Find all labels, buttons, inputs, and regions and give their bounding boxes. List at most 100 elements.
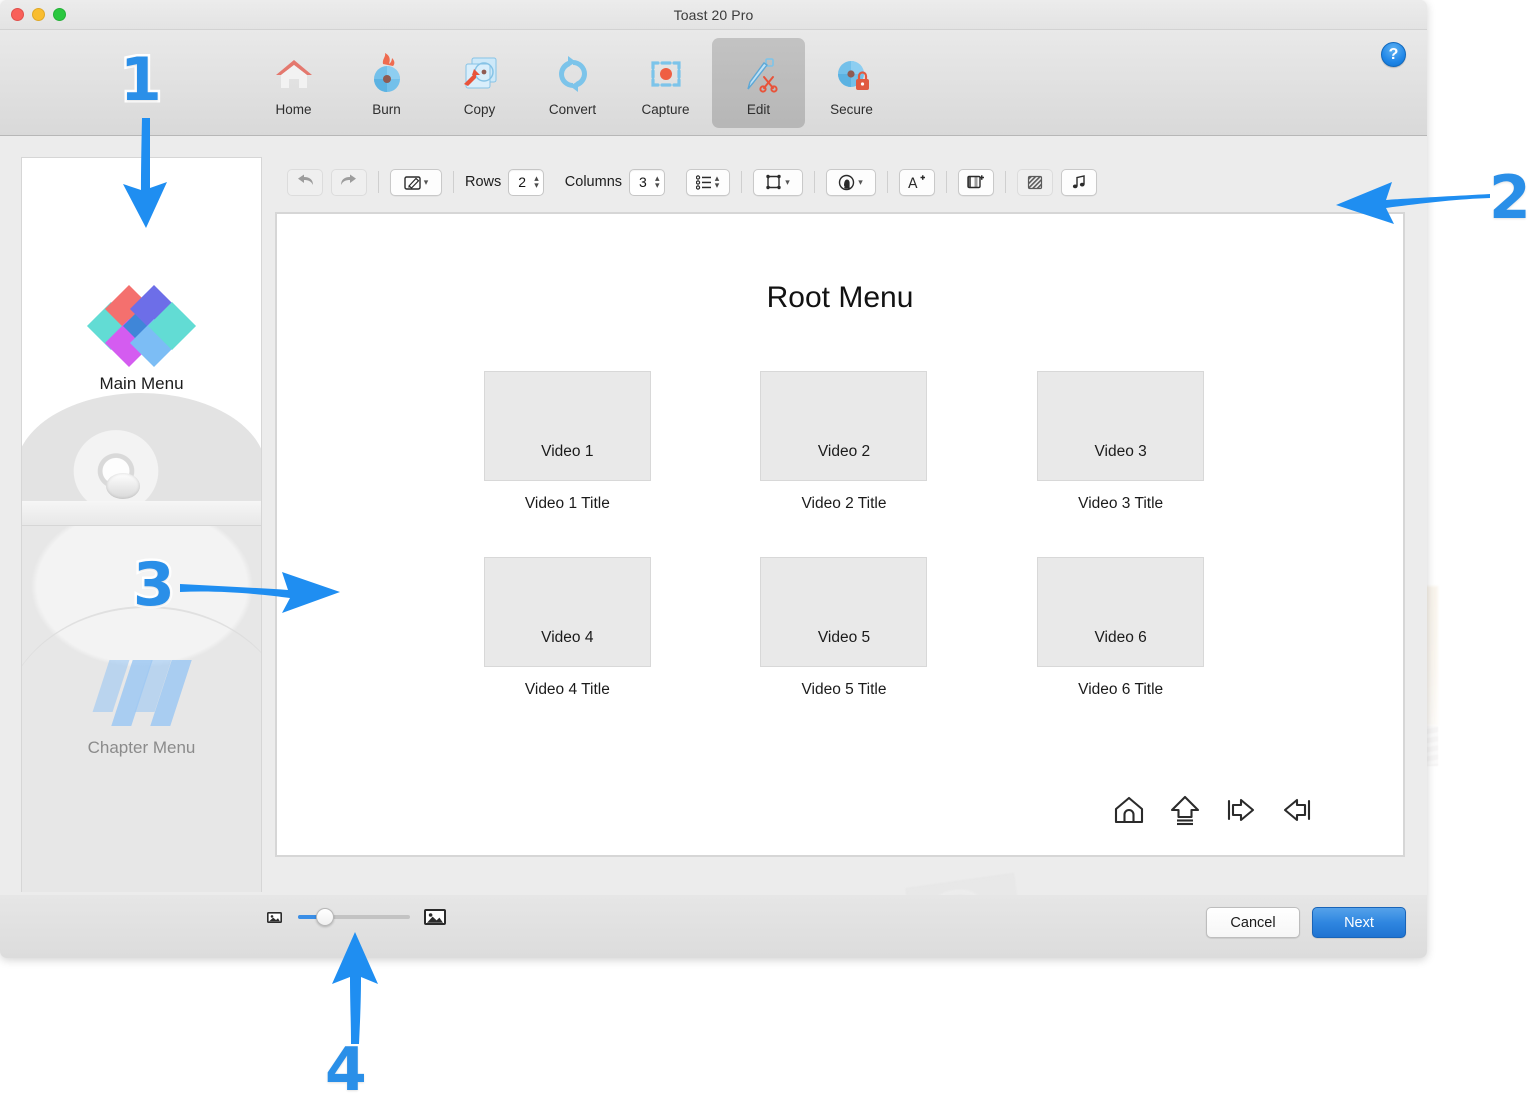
video-thumbnail[interactable]: Video 6: [1037, 557, 1204, 667]
toolbar-item-edit[interactable]: Edit: [712, 38, 805, 128]
capture-icon: [644, 49, 688, 99]
annotation-number-3: 3: [133, 555, 175, 615]
sidebar-item-label-main-menu: Main Menu: [99, 374, 183, 394]
menu-editor-panel: ▾ Rows 2 ▴▾ Columns 3 ▴▾: [270, 157, 1407, 892]
stepper-arrows-icon[interactable]: ▴▾: [534, 175, 539, 189]
video-title[interactable]: Video 1 Title: [525, 495, 610, 513]
background-style-button[interactable]: [1017, 169, 1053, 196]
menu-canvas[interactable]: Root Menu Video 1 Video 1 Title Video: [277, 214, 1403, 855]
rows-label: Rows: [465, 174, 501, 190]
edit-menu-button[interactable]: ▾: [390, 169, 442, 196]
small-image-icon[interactable]: [266, 909, 285, 925]
dialog-buttons: Cancel Next: [1206, 907, 1406, 938]
app-window: Toast 20 Pro Home: [0, 0, 1427, 958]
video-thumbnail[interactable]: Video 1: [484, 371, 651, 481]
video-thumbnail-label: Video 2: [818, 443, 870, 461]
video-title[interactable]: Video 5 Title: [801, 681, 886, 699]
chevron-down-icon: ▾: [424, 178, 429, 187]
undo-button[interactable]: [287, 169, 323, 196]
music-note-icon: [1071, 174, 1087, 190]
help-button[interactable]: ?: [1381, 42, 1406, 67]
video-title[interactable]: Video 6 Title: [1078, 681, 1163, 699]
title-bar: Toast 20 Pro: [0, 0, 1427, 30]
rows-stepper[interactable]: 2 ▴▾: [508, 169, 544, 196]
button-style-button[interactable]: ▾: [826, 169, 876, 196]
toolbar-label-home: Home: [275, 102, 311, 117]
toolbar-divider: [814, 171, 815, 193]
video-cell[interactable]: Video 6 Video 6 Title: [982, 557, 1259, 699]
toolbar-divider: [946, 171, 947, 193]
redo-arrow-icon: [339, 174, 359, 190]
zoom-slider[interactable]: [298, 915, 410, 919]
toolbar-item-secure[interactable]: Secure: [805, 38, 898, 128]
window-content: Main Menu Chapter Menu: [0, 137, 1427, 895]
frame-shape-button[interactable]: ▾: [753, 169, 803, 196]
annotation-number-2: 2: [1489, 168, 1531, 228]
annotation-arrow-4: [312, 932, 402, 1052]
add-text-icon: A: [908, 174, 926, 190]
add-text-button[interactable]: A: [899, 169, 935, 196]
disc-hub-decoration: [106, 473, 140, 499]
video-thumbnail[interactable]: Video 2: [760, 371, 927, 481]
convert-icon: [551, 49, 595, 99]
menu-canvas-frame: Root Menu Video 1 Video 1 Title Video: [275, 212, 1405, 857]
toolbar-label-burn: Burn: [372, 102, 401, 117]
next-button[interactable]: Next: [1312, 907, 1406, 938]
screen: Toast 20 Pro Home: [0, 0, 1534, 1111]
editor-toolbar: ▾ Rows 2 ▴▾ Columns 3 ▴▾: [270, 157, 1407, 207]
menu-title[interactable]: Root Menu: [277, 281, 1403, 315]
toolbar-item-copy[interactable]: Copy: [433, 38, 526, 128]
toolbar-item-home[interactable]: Home: [247, 38, 340, 128]
video-cell[interactable]: Video 2 Video 2 Title: [706, 371, 983, 513]
video-cell[interactable]: Video 5 Video 5 Title: [706, 557, 983, 699]
video-title[interactable]: Video 4 Title: [525, 681, 610, 699]
annotation-number-1: 1: [120, 50, 162, 110]
home-icon: [272, 49, 316, 99]
audio-button[interactable]: [1061, 169, 1097, 196]
toolbar-item-burn[interactable]: Burn: [340, 38, 433, 128]
redo-button[interactable]: [331, 169, 367, 196]
burn-disc-icon: [365, 49, 409, 99]
video-thumbnail[interactable]: Video 4: [484, 557, 651, 667]
toolbar-label-secure: Secure: [830, 102, 873, 117]
list-style-button[interactable]: ▴▾: [686, 169, 730, 196]
video-cell[interactable]: Video 3 Video 3 Title: [982, 371, 1259, 513]
video-thumbnail[interactable]: Video 5: [760, 557, 927, 667]
up-nav-icon[interactable]: [1168, 793, 1202, 827]
video-thumbnail-label: Video 1: [541, 443, 593, 461]
zoom-slider-knob[interactable]: [316, 908, 334, 926]
previous-nav-icon[interactable]: [1280, 793, 1314, 827]
toolbar-item-capture[interactable]: Capture: [619, 38, 712, 128]
video-thumbnail-label: Video 5: [818, 629, 870, 647]
bottom-bar: Cancel Next: [0, 895, 1427, 958]
video-title[interactable]: Video 3 Title: [1078, 495, 1163, 513]
list-style-icon: [696, 175, 712, 190]
video-title[interactable]: Video 2 Title: [801, 495, 886, 513]
window-title: Toast 20 Pro: [0, 7, 1427, 23]
toolbar-divider: [1005, 171, 1006, 193]
add-media-button[interactable]: [958, 169, 994, 196]
large-image-icon[interactable]: [423, 906, 448, 927]
toolbar-label-capture: Capture: [641, 102, 689, 117]
columns-label: Columns: [565, 174, 622, 190]
columns-stepper[interactable]: 3 ▴▾: [629, 169, 665, 196]
toolbar-divider: [741, 171, 742, 193]
video-cell[interactable]: Video 1 Video 1 Title: [429, 371, 706, 513]
cancel-button[interactable]: Cancel: [1206, 907, 1300, 938]
home-nav-icon[interactable]: [1112, 793, 1146, 827]
toolbar-item-convert[interactable]: Convert: [526, 38, 619, 128]
annotation-arrow-1: [105, 118, 195, 263]
toolbar-divider: [887, 171, 888, 193]
stepper-arrows-icon[interactable]: ▴▾: [655, 175, 660, 189]
zoom-control: [266, 906, 448, 927]
toolbar-label-edit: Edit: [747, 102, 770, 117]
toolbar-label-convert: Convert: [549, 102, 596, 117]
chevron-down-icon: ▾: [858, 178, 863, 187]
next-nav-icon[interactable]: [1224, 793, 1258, 827]
undo-arrow-icon: [295, 174, 315, 190]
video-cell[interactable]: Video 4 Video 4 Title: [429, 557, 706, 699]
menu-navigation-icons: [1112, 793, 1314, 827]
menu-sidebar: Main Menu Chapter Menu: [21, 157, 262, 892]
stepper-arrows-icon[interactable]: ▴▾: [715, 175, 720, 189]
video-thumbnail[interactable]: Video 3: [1037, 371, 1204, 481]
